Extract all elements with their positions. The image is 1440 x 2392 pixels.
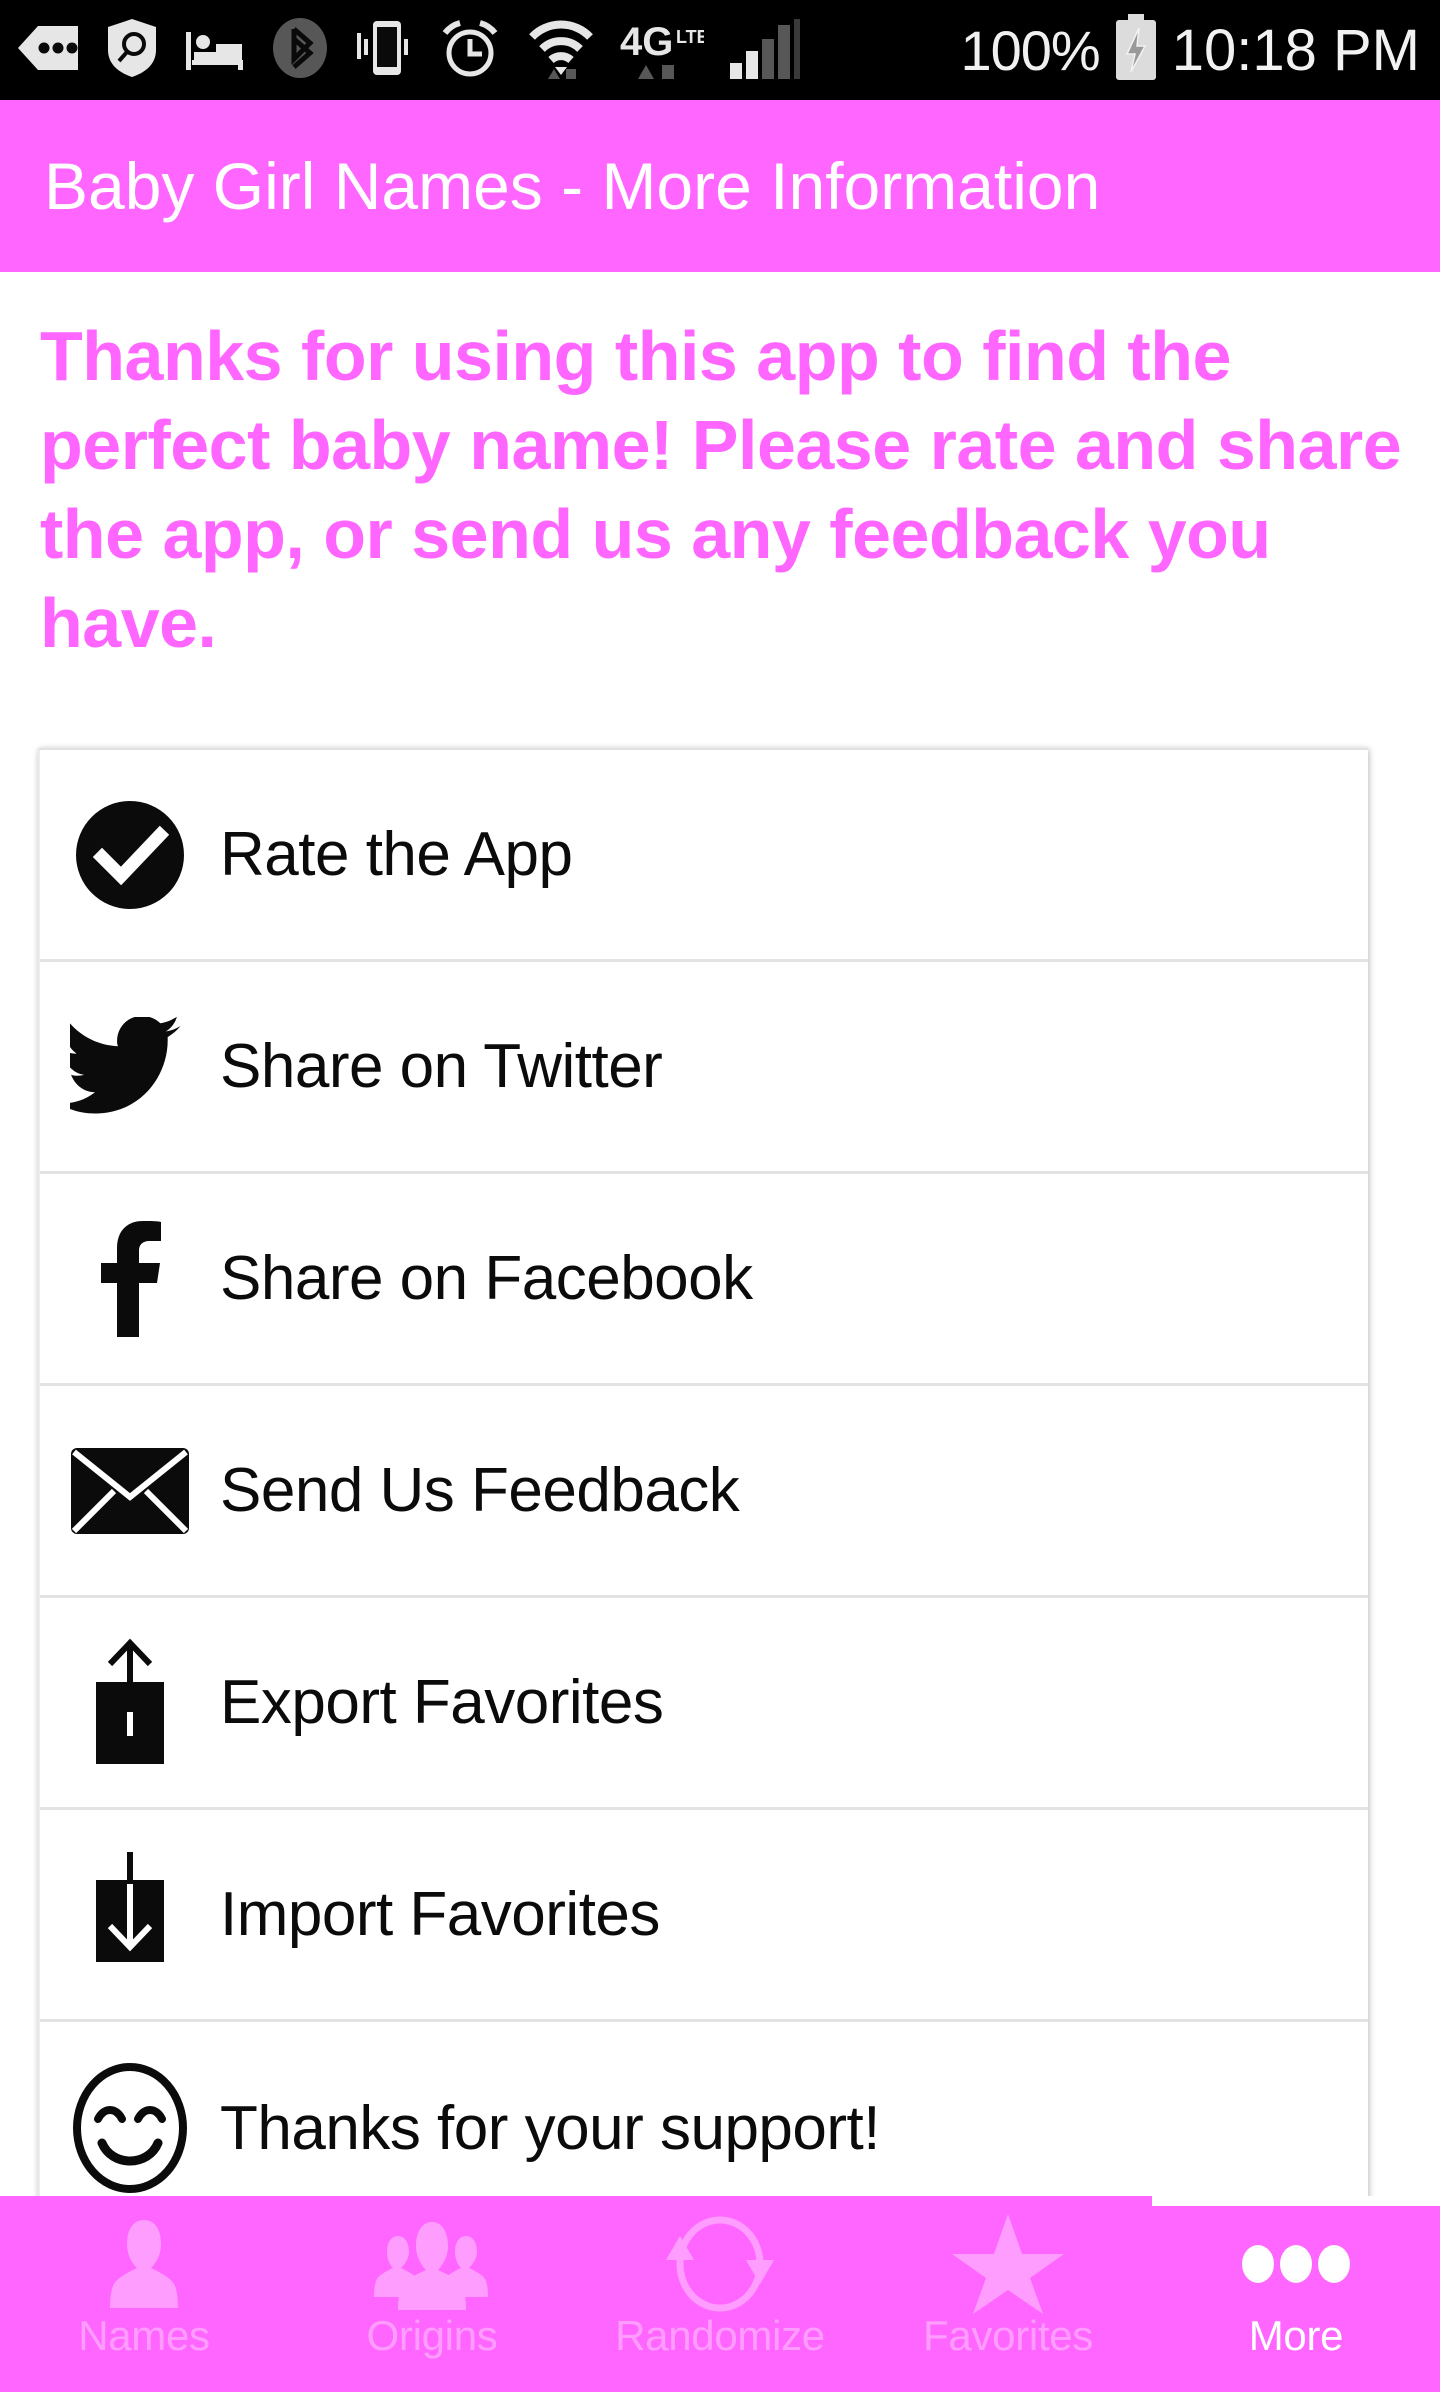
list-item-label: Rate the App bbox=[220, 820, 573, 889]
page-title: Baby Girl Names - More Information bbox=[44, 149, 1101, 223]
bluetooth-icon bbox=[272, 17, 328, 84]
nav-item-more[interactable]: More bbox=[1152, 2196, 1440, 2392]
status-bar: 4G LTE 100% 10:18 PM bbox=[0, 0, 1440, 100]
network-4glte-icon: 4G LTE bbox=[620, 17, 709, 84]
svg-text:4G: 4G bbox=[620, 20, 673, 64]
nav-item-label: Favorites bbox=[922, 2312, 1094, 2359]
refresh-cycle-icon bbox=[662, 2216, 778, 2312]
nav-item-label: Names bbox=[78, 2312, 210, 2359]
nav-item-origins[interactable]: Origins bbox=[288, 2196, 576, 2392]
person-icon bbox=[89, 2218, 199, 2310]
list-item-label: Export Favorites bbox=[220, 1668, 664, 1737]
list-item-label: Send Us Feedback bbox=[220, 1456, 740, 1525]
export-upload-icon bbox=[40, 1597, 220, 1809]
nav-item-label: Origins bbox=[366, 2312, 498, 2359]
nav-item-label: Randomize bbox=[615, 2312, 825, 2359]
wifi-icon bbox=[528, 17, 594, 84]
status-bar-right: 100% 10:18 PM bbox=[960, 13, 1427, 87]
options-list-card: Rate the App Share on Twitter Share on F… bbox=[38, 748, 1368, 2208]
thank-you-message: Thanks for using this app to find the pe… bbox=[40, 317, 1402, 662]
vibrate-icon bbox=[354, 17, 412, 84]
nav-item-names[interactable]: Names bbox=[0, 2196, 288, 2392]
bottom-navigation-bar: Names Origins Randomize Favorites More bbox=[0, 2196, 1440, 2392]
list-item-label: Share on Twitter bbox=[220, 1032, 663, 1101]
list-item-share-on-twitter[interactable]: Share on Twitter bbox=[40, 962, 1368, 1174]
list-item-thanks-for-your-support[interactable]: Thanks for your support! bbox=[40, 2022, 1368, 2208]
signal-bars-icon bbox=[730, 17, 802, 84]
list-item-send-us-feedback[interactable]: Send Us Feedback bbox=[40, 1386, 1368, 1598]
battery-percent-label: 100% bbox=[960, 18, 1101, 82]
envelope-icon bbox=[40, 1385, 220, 1597]
twitter-bird-icon bbox=[40, 961, 220, 1173]
star-icon bbox=[950, 2214, 1066, 2314]
app-screen: 4G LTE 100% 10:18 PM Baby Girl Names - M… bbox=[0, 0, 1440, 2392]
list-item-rate-the-app[interactable]: Rate the App bbox=[40, 750, 1368, 962]
nav-item-favorites[interactable]: Favorites bbox=[864, 2196, 1152, 2392]
check-circle-icon bbox=[40, 750, 220, 961]
battery-charging-icon bbox=[1114, 13, 1158, 87]
import-download-icon bbox=[40, 1809, 220, 2021]
facebook-f-icon bbox=[40, 1173, 220, 1385]
list-item-import-favorites[interactable]: Import Favorites bbox=[40, 1810, 1368, 2022]
more-dots-icon bbox=[1240, 2218, 1352, 2310]
bed-icon bbox=[184, 24, 246, 77]
shield-search-icon bbox=[106, 18, 158, 83]
nav-item-label: More bbox=[1248, 2312, 1344, 2359]
title-bar: Baby Girl Names - More Information bbox=[0, 100, 1440, 272]
smiley-face-icon bbox=[40, 2022, 220, 2208]
list-item-export-favorites[interactable]: Export Favorites bbox=[40, 1598, 1368, 1810]
alarm-clock-icon bbox=[438, 17, 502, 84]
status-bar-left-icons: 4G LTE bbox=[18, 17, 802, 84]
nav-item-randomize[interactable]: Randomize bbox=[576, 2196, 864, 2392]
clock-label: 10:18 PM bbox=[1171, 17, 1420, 83]
back-arrow-dots-icon bbox=[18, 22, 80, 79]
people-group-icon bbox=[368, 2218, 496, 2310]
list-item-label: Import Favorites bbox=[220, 1880, 660, 1949]
list-item-label: Share on Facebook bbox=[220, 1244, 753, 1313]
svg-text:LTE: LTE bbox=[676, 27, 704, 47]
list-item-label: Thanks for your support! bbox=[220, 2093, 880, 2163]
list-item-share-on-facebook[interactable]: Share on Facebook bbox=[40, 1174, 1368, 1386]
